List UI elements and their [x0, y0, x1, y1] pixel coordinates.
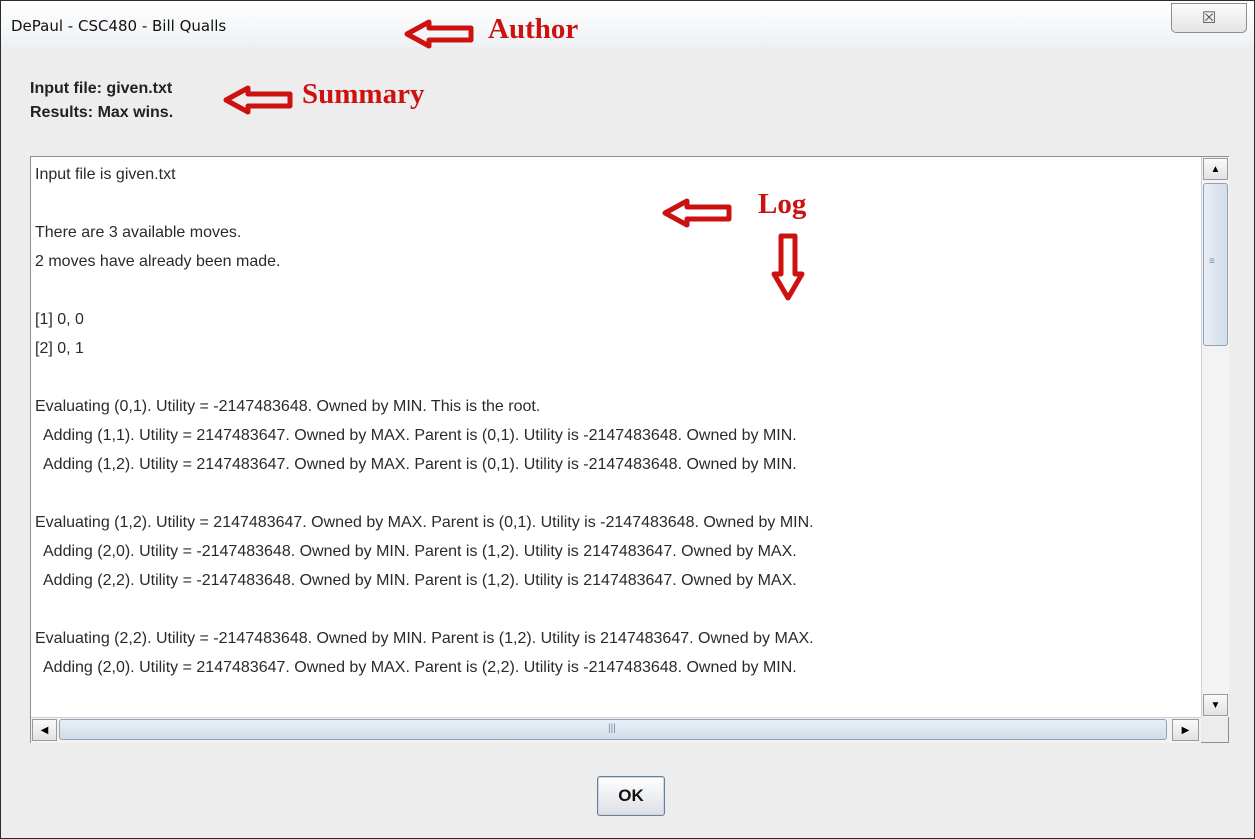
- log-line: Input file is given.txt: [35, 166, 176, 183]
- log-text-area[interactable]: Input file is given.txt There are 3 avail…: [35, 160, 1195, 715]
- grip-icon: ≡: [1209, 256, 1215, 267]
- horizontal-scrollbar[interactable]: ◀ ||| ▶: [31, 717, 1201, 743]
- log-annotation: Log: [758, 188, 807, 220]
- scroll-left-icon[interactable]: ◀: [32, 719, 57, 741]
- scroll-up-icon[interactable]: ▲: [1203, 158, 1228, 180]
- log-line: Evaluating (1,2). Utility = 2147483647. …: [35, 514, 814, 531]
- scroll-corner: [1201, 717, 1228, 742]
- log-line: [2] 0, 1: [35, 340, 84, 357]
- log-line: Evaluating (2,2). Utility = -2147483648.…: [35, 630, 814, 647]
- author-arrow-icon: [404, 19, 474, 49]
- summary-arrow-icon: [223, 85, 293, 115]
- grip-icon: |||: [608, 723, 616, 734]
- results-label: Results: Max wins.: [30, 104, 174, 121]
- log-line: Adding (1,2). Utility = 2147483647. Owne…: [35, 456, 797, 473]
- log-panel[interactable]: Input file is given.txt There are 3 avail…: [30, 156, 1229, 743]
- log-line: There are 3 available moves.: [35, 224, 242, 241]
- log-line: Evaluating (2,0). Utility = 2147483647. …: [35, 711, 1195, 715]
- window-title: DePaul - CSC480 - Bill Qualls: [11, 17, 227, 35]
- log-line: Adding (1,1). Utility = 2147483647. Owne…: [35, 427, 797, 444]
- log-line: Adding (2,2). Utility = -2147483648. Own…: [35, 572, 797, 589]
- down-arrow-icon: [771, 233, 805, 301]
- log-line: Adding (2,0). Utility = -2147483648. Own…: [35, 543, 797, 560]
- summary-annotation: Summary: [302, 78, 425, 110]
- horizontal-scroll-thumb[interactable]: |||: [59, 719, 1167, 740]
- title-bar[interactable]: DePaul - CSC480 - Bill Qualls ☒: [1, 1, 1254, 47]
- input-file-label: Input file: given.txt: [30, 80, 173, 97]
- author-annotation: Author: [488, 13, 579, 45]
- vertical-scroll-thumb[interactable]: ≡: [1203, 183, 1228, 346]
- close-icon: ☒: [1201, 10, 1217, 27]
- scroll-right-icon[interactable]: ▶: [1172, 719, 1199, 741]
- log-arrow-icon: [662, 198, 732, 228]
- dialog-window: DePaul - CSC480 - Bill Qualls ☒ Input fi…: [0, 0, 1255, 839]
- vertical-scrollbar[interactable]: ▲ ≡ ▼: [1201, 157, 1229, 717]
- scroll-down-icon[interactable]: ▼: [1203, 694, 1228, 716]
- log-line: 2 moves have already been made.: [35, 253, 281, 270]
- ok-button[interactable]: OK: [597, 776, 665, 816]
- summary-panel: Input file: given.txt Results: Max wins.: [30, 77, 173, 125]
- close-button[interactable]: ☒: [1171, 3, 1247, 33]
- log-line: [1] 0, 0: [35, 311, 84, 328]
- log-line: Evaluating (0,1). Utility = -2147483648.…: [35, 398, 541, 415]
- log-line: Adding (2,0). Utility = 2147483647. Owne…: [35, 659, 797, 676]
